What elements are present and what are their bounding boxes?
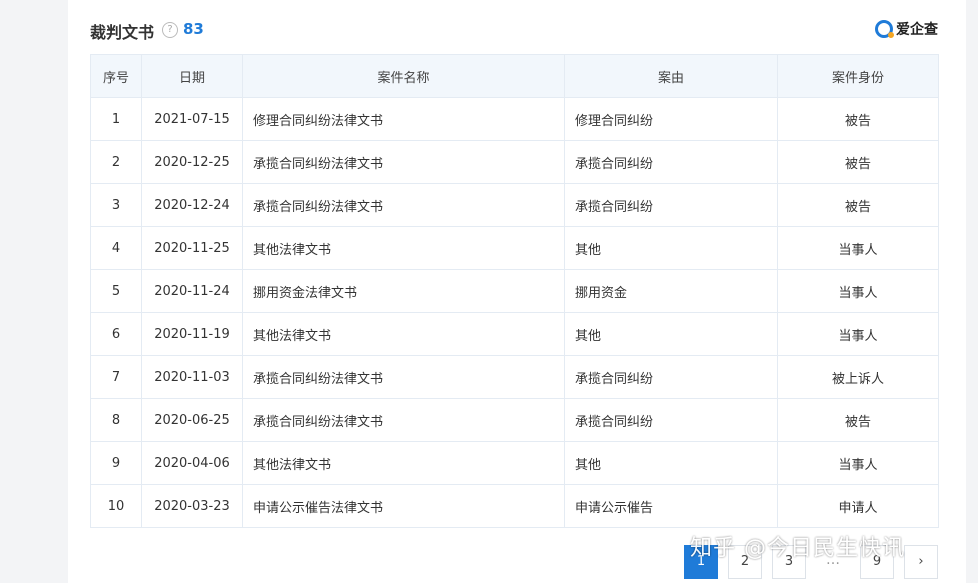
cell-date: 2020-11-25 — [141, 226, 243, 270]
cell-index: 2 — [90, 140, 142, 184]
cell-cause: 承揽合同纠纷 — [564, 183, 778, 227]
cell-index: 6 — [90, 312, 142, 356]
cell-cause: 挪用资金 — [564, 269, 778, 313]
cell-role: 当事人 — [777, 441, 939, 485]
cell-case-name[interactable]: 修理合同纠纷法律文书 — [242, 97, 565, 141]
cell-cause: 其他 — [564, 441, 778, 485]
judgment-documents-table: 序号 日期 案件名称 案由 案件身份 1 2021-07-15 修理合同纠纷法律文书… — [90, 54, 939, 528]
cell-role: 被上诉人 — [777, 355, 939, 399]
cell-date: 2020-12-24 — [141, 183, 243, 227]
cell-cause: 申请公示催告 — [564, 484, 778, 528]
document-count: 83 — [183, 20, 204, 38]
cell-date: 2020-04-06 — [141, 441, 243, 485]
cell-index: 4 — [90, 226, 142, 270]
question-circle-icon[interactable]: ? — [162, 22, 178, 38]
next-page-icon[interactable]: › — [904, 545, 938, 579]
cell-index: 5 — [90, 269, 142, 313]
cell-role: 当事人 — [777, 269, 939, 313]
table-row[interactable]: 5 2020-11-24 挪用资金法律文书 挪用资金 当事人 — [90, 269, 939, 313]
cell-case-name[interactable]: 承揽合同纠纷法律文书 — [242, 140, 565, 184]
cell-role: 被告 — [777, 140, 939, 184]
cell-cause: 承揽合同纠纷 — [564, 355, 778, 399]
column-header-role: 案件身份 — [777, 54, 939, 98]
cell-cause: 修理合同纠纷 — [564, 97, 778, 141]
brand-logo: 爱企查 — [875, 19, 938, 39]
cell-case-name[interactable]: 申请公示催告法律文书 — [242, 484, 565, 528]
cell-case-name[interactable]: 挪用资金法律文书 — [242, 269, 565, 313]
table-row[interactable]: 8 2020-06-25 承揽合同纠纷法律文书 承揽合同纠纷 被告 — [90, 398, 939, 442]
table-row[interactable]: 3 2020-12-24 承揽合同纠纷法律文书 承揽合同纠纷 被告 — [90, 183, 939, 227]
cell-case-name[interactable]: 其他法律文书 — [242, 441, 565, 485]
cell-index: 3 — [90, 183, 142, 227]
cell-case-name[interactable]: 承揽合同纠纷法律文书 — [242, 398, 565, 442]
cell-role: 被告 — [777, 398, 939, 442]
table-row[interactable]: 6 2020-11-19 其他法律文书 其他 当事人 — [90, 312, 939, 356]
cell-case-name[interactable]: 承揽合同纠纷法律文书 — [242, 183, 565, 227]
section-header: 裁判文书 ? 83 爱企查 — [90, 18, 938, 42]
cell-date: 2020-11-03 — [141, 355, 243, 399]
table-row[interactable]: 10 2020-03-23 申请公示催告法律文书 申请公示催告 申请人 — [90, 484, 939, 528]
cell-index: 8 — [90, 398, 142, 442]
cell-date: 2020-03-23 — [141, 484, 243, 528]
cell-date: 2020-06-25 — [141, 398, 243, 442]
cell-date: 2021-07-15 — [141, 97, 243, 141]
cell-date: 2020-11-19 — [141, 312, 243, 356]
cell-cause: 承揽合同纠纷 — [564, 398, 778, 442]
table-row[interactable]: 9 2020-04-06 其他法律文书 其他 当事人 — [90, 441, 939, 485]
column-header-index: 序号 — [90, 54, 142, 98]
cell-date: 2020-11-24 — [141, 269, 243, 313]
cell-cause: 其他 — [564, 312, 778, 356]
cell-index: 1 — [90, 97, 142, 141]
cell-index: 9 — [90, 441, 142, 485]
cell-index: 7 — [90, 355, 142, 399]
cell-role: 当事人 — [777, 312, 939, 356]
cell-index: 10 — [90, 484, 142, 528]
cell-case-name[interactable]: 其他法律文书 — [242, 226, 565, 270]
judgment-documents-panel: 裁判文书 ? 83 爱企查 序号 日期 案件名称 案由 案件身份 1 2021-0… — [68, 0, 966, 583]
section-title: 裁判文书 — [90, 23, 155, 42]
table-row[interactable]: 1 2021-07-15 修理合同纠纷法律文书 修理合同纠纷 被告 — [90, 97, 939, 141]
cell-date: 2020-12-25 — [141, 140, 243, 184]
table-row[interactable]: 2 2020-12-25 承揽合同纠纷法律文书 承揽合同纠纷 被告 — [90, 140, 939, 184]
cell-case-name[interactable]: 其他法律文书 — [242, 312, 565, 356]
column-header-case-name: 案件名称 — [242, 54, 565, 98]
aiqicha-logo-icon — [875, 20, 894, 38]
cell-cause: 承揽合同纠纷 — [564, 140, 778, 184]
table-header-row: 序号 日期 案件名称 案由 案件身份 — [90, 54, 939, 98]
table-row[interactable]: 7 2020-11-03 承揽合同纠纷法律文书 承揽合同纠纷 被上诉人 — [90, 355, 939, 399]
cell-cause: 其他 — [564, 226, 778, 270]
brand-name: 爱企查 — [896, 22, 938, 38]
column-header-date: 日期 — [141, 54, 243, 98]
cell-role: 当事人 — [777, 226, 939, 270]
cell-case-name[interactable]: 承揽合同纠纷法律文书 — [242, 355, 565, 399]
cell-role: 被告 — [777, 183, 939, 227]
cell-role: 申请人 — [777, 484, 939, 528]
table-row[interactable]: 4 2020-11-25 其他法律文书 其他 当事人 — [90, 226, 939, 270]
column-header-cause: 案由 — [564, 54, 778, 98]
cell-role: 被告 — [777, 97, 939, 141]
zhihu-watermark: 知乎 @今日民生快讯 — [690, 536, 905, 561]
